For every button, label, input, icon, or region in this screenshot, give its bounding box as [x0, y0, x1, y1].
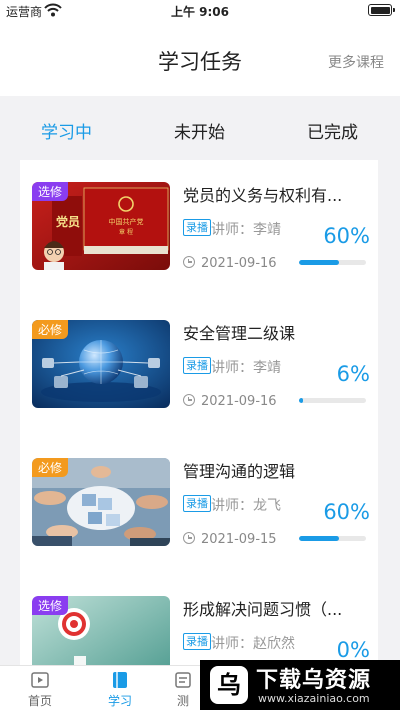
- video-icon: [31, 672, 49, 688]
- course-date: 2021-09-16: [201, 394, 277, 409]
- progress-percent: 60%: [323, 500, 370, 524]
- clock-icon: [183, 394, 195, 406]
- course-card[interactable]: 必修 管理沟通的逻辑 录播 讲师：龙飞 2021-09-15 60%: [20, 436, 378, 564]
- elective-tag: 选修: [32, 596, 69, 615]
- book-cover-title: 中国共产党: [109, 217, 144, 226]
- watermark-text: 下载乌资源: [256, 668, 372, 693]
- more-courses-link[interactable]: 更多课程: [328, 52, 384, 72]
- tab-learning[interactable]: 学习中: [41, 118, 92, 143]
- book-cover-subtitle: 章 程: [119, 228, 133, 236]
- course-card[interactable]: 选修 形成解决问题习惯（... 录播 讲师：赵欣然 0%: [20, 574, 378, 665]
- tab-test-label: 测: [176, 694, 189, 708]
- date-row: 2021-09-16: [183, 256, 277, 271]
- course-title[interactable]: 党员的义务与权利有...: [183, 182, 368, 206]
- nav-bar: 学习任务 更多课程: [0, 22, 400, 96]
- party-member-text: 党员: [56, 214, 80, 229]
- clock-time: 上午 9:06: [170, 5, 230, 19]
- recorded-badge: 录播: [183, 357, 211, 374]
- watermark: 乌 下载乌资源 www.xiazainiao.com: [200, 660, 400, 710]
- recorded-badge: 录播: [183, 633, 211, 650]
- progress-bar-fill: [299, 536, 340, 541]
- clock-icon: [183, 256, 195, 268]
- tab-home-label: 首页: [27, 694, 52, 708]
- progress-bar: [299, 398, 366, 403]
- tab-completed[interactable]: 已完成: [307, 118, 358, 143]
- progress-percent: 60%: [323, 224, 370, 248]
- watermark-url: www.xiazainiao.com: [258, 692, 370, 705]
- course-title[interactable]: 形成解决问题习惯（...: [183, 596, 368, 620]
- progress-bar-fill: [299, 260, 340, 265]
- status-tabs: 学习中 未开始 已完成: [0, 96, 400, 160]
- recorded-badge: 录播: [183, 495, 211, 512]
- date-row: 2021-09-16: [183, 394, 277, 409]
- progress-percent: 0%: [336, 638, 370, 662]
- course-title[interactable]: 安全管理二级课: [183, 320, 368, 344]
- status-bar: 运营商 上午 9:06: [0, 0, 400, 22]
- course-card[interactable]: 中国共产党 章 程 党员 选修 党员的义务与权利有... 录播 讲师：李靖 20…: [20, 160, 378, 288]
- required-tag: 必修: [32, 458, 69, 477]
- progress-bar: [299, 260, 366, 265]
- recorded-badge: 录播: [183, 219, 211, 236]
- book-icon: [113, 672, 127, 688]
- tab-not-started[interactable]: 未开始: [174, 118, 225, 143]
- teacher-label: 讲师：李靖: [211, 222, 281, 238]
- teacher-label: 讲师：李靖: [211, 360, 281, 376]
- progress-bar: [299, 536, 366, 541]
- tab-study-label: 学习: [107, 694, 132, 708]
- elective-tag: 选修: [32, 182, 69, 201]
- course-thumbnail: 中国共产党 章 程 党员 选修: [32, 182, 170, 270]
- teacher-label: 讲师：龙飞: [211, 498, 281, 514]
- progress-percent: 6%: [336, 362, 370, 386]
- course-thumbnail: 必修: [32, 320, 170, 408]
- tab-home[interactable]: 首页: [15, 670, 65, 709]
- course-date: 2021-09-15: [201, 532, 277, 547]
- progress-bar-fill: [299, 398, 304, 403]
- course-title[interactable]: 管理沟通的逻辑: [183, 458, 368, 482]
- teacher-label: 讲师：赵欣然: [211, 636, 295, 652]
- course-thumbnail: 必修: [32, 458, 170, 546]
- tab-test[interactable]: 测: [168, 670, 198, 709]
- course-thumbnail: 选修: [32, 596, 170, 665]
- course-list: 中国共产党 章 程 党员 选修 党员的义务与权利有... 录播 讲师：李靖 20…: [20, 160, 378, 665]
- test-icon: [175, 672, 191, 688]
- clock-icon: [183, 532, 195, 544]
- course-date: 2021-09-16: [201, 256, 277, 271]
- course-card[interactable]: 必修 安全管理二级课 录播 讲师：李靖 2021-09-16 6%: [20, 298, 378, 426]
- battery-icon: [368, 4, 395, 16]
- required-tag: 必修: [32, 320, 69, 339]
- tab-study[interactable]: 学习: [95, 670, 145, 709]
- watermark-logo: 乌: [210, 666, 248, 704]
- date-row: 2021-09-15: [183, 532, 277, 547]
